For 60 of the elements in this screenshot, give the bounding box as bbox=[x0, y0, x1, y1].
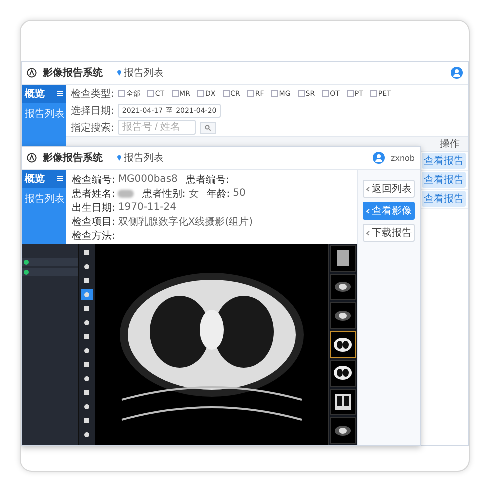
column-header: 操作 bbox=[440, 138, 460, 151]
tool-icon bbox=[84, 278, 90, 284]
tool-icon bbox=[84, 348, 90, 354]
detail-field: 年龄: 50 bbox=[206, 186, 246, 200]
detail-field: 检查项目: 双侧乳腺数字化X线摄影(组片) bbox=[72, 214, 254, 228]
series-thumbnail[interactable] bbox=[330, 417, 356, 444]
sidebar-heading: 概览 bbox=[25, 88, 45, 101]
action-button[interactable]: 下载报告 bbox=[363, 224, 415, 242]
detail-field: 患者姓名: bbox=[72, 186, 134, 200]
status-dot-icon bbox=[24, 270, 29, 274]
tool-icon bbox=[84, 264, 90, 270]
user-avatar-icon bbox=[451, 67, 463, 79]
series-thumbnail[interactable] bbox=[330, 360, 356, 387]
app-title: 影像报告系统 bbox=[43, 66, 104, 80]
logo-icon bbox=[27, 153, 37, 163]
menu-icon[interactable] bbox=[57, 91, 63, 97]
breadcrumb: 报告列表 bbox=[124, 66, 164, 80]
tool-icon bbox=[84, 306, 90, 312]
chevron-left-icon bbox=[366, 186, 371, 192]
chevron-left-icon bbox=[366, 208, 371, 214]
detail-field: 检查编号: MG000bas8 bbox=[72, 172, 178, 186]
chevron-left-icon bbox=[366, 230, 371, 236]
filter-label: 指定搜索: bbox=[71, 122, 114, 134]
tool-icon bbox=[84, 362, 90, 368]
series-thumbnail[interactable] bbox=[330, 274, 356, 300]
detail-field: 患者性别: 女 bbox=[142, 186, 199, 200]
search-field[interactable]: 报告号 / 姓名 bbox=[118, 120, 196, 135]
tool-icon bbox=[84, 334, 90, 340]
series-row[interactable] bbox=[22, 268, 78, 276]
action-button[interactable]: 返回列表 bbox=[363, 180, 415, 198]
app-title: 影像报告系统 bbox=[43, 152, 104, 165]
tool-icon bbox=[84, 320, 90, 326]
username: zxnob bbox=[391, 154, 415, 162]
status-dot-icon bbox=[24, 260, 29, 264]
menu-icon[interactable] bbox=[57, 176, 63, 182]
tool-icon bbox=[84, 250, 90, 256]
series-thumbnail[interactable] bbox=[330, 388, 356, 416]
tool-icon bbox=[84, 432, 90, 438]
series-row[interactable] bbox=[22, 258, 78, 266]
location-pin-icon bbox=[117, 70, 122, 76]
series-thumbnail[interactable] bbox=[330, 302, 356, 330]
detail-field: 检查方法: bbox=[72, 228, 116, 242]
detail-field: 患者编号: bbox=[186, 172, 230, 186]
detail-field: 出生日期: 1970-11-24 bbox=[72, 200, 176, 214]
series-thumbnail[interactable] bbox=[330, 245, 356, 272]
tool-icon bbox=[84, 418, 90, 424]
breadcrumb: 报告列表 bbox=[124, 152, 164, 165]
series-thumbnail[interactable] bbox=[330, 331, 356, 358]
sidebar-heading: 概览 bbox=[25, 172, 45, 186]
tool-icon bbox=[84, 404, 90, 410]
tool-icon bbox=[84, 376, 90, 382]
user-avatar-icon bbox=[373, 152, 386, 164]
search-button[interactable] bbox=[200, 122, 216, 134]
logo-icon bbox=[27, 68, 37, 78]
filter-label: 检查类型: bbox=[71, 88, 114, 100]
filter-label: 选择日期: bbox=[71, 104, 114, 118]
location-pin-icon bbox=[117, 155, 122, 161]
tool-icon bbox=[84, 292, 90, 298]
tool-icon bbox=[84, 390, 90, 396]
search-icon bbox=[205, 124, 212, 130]
